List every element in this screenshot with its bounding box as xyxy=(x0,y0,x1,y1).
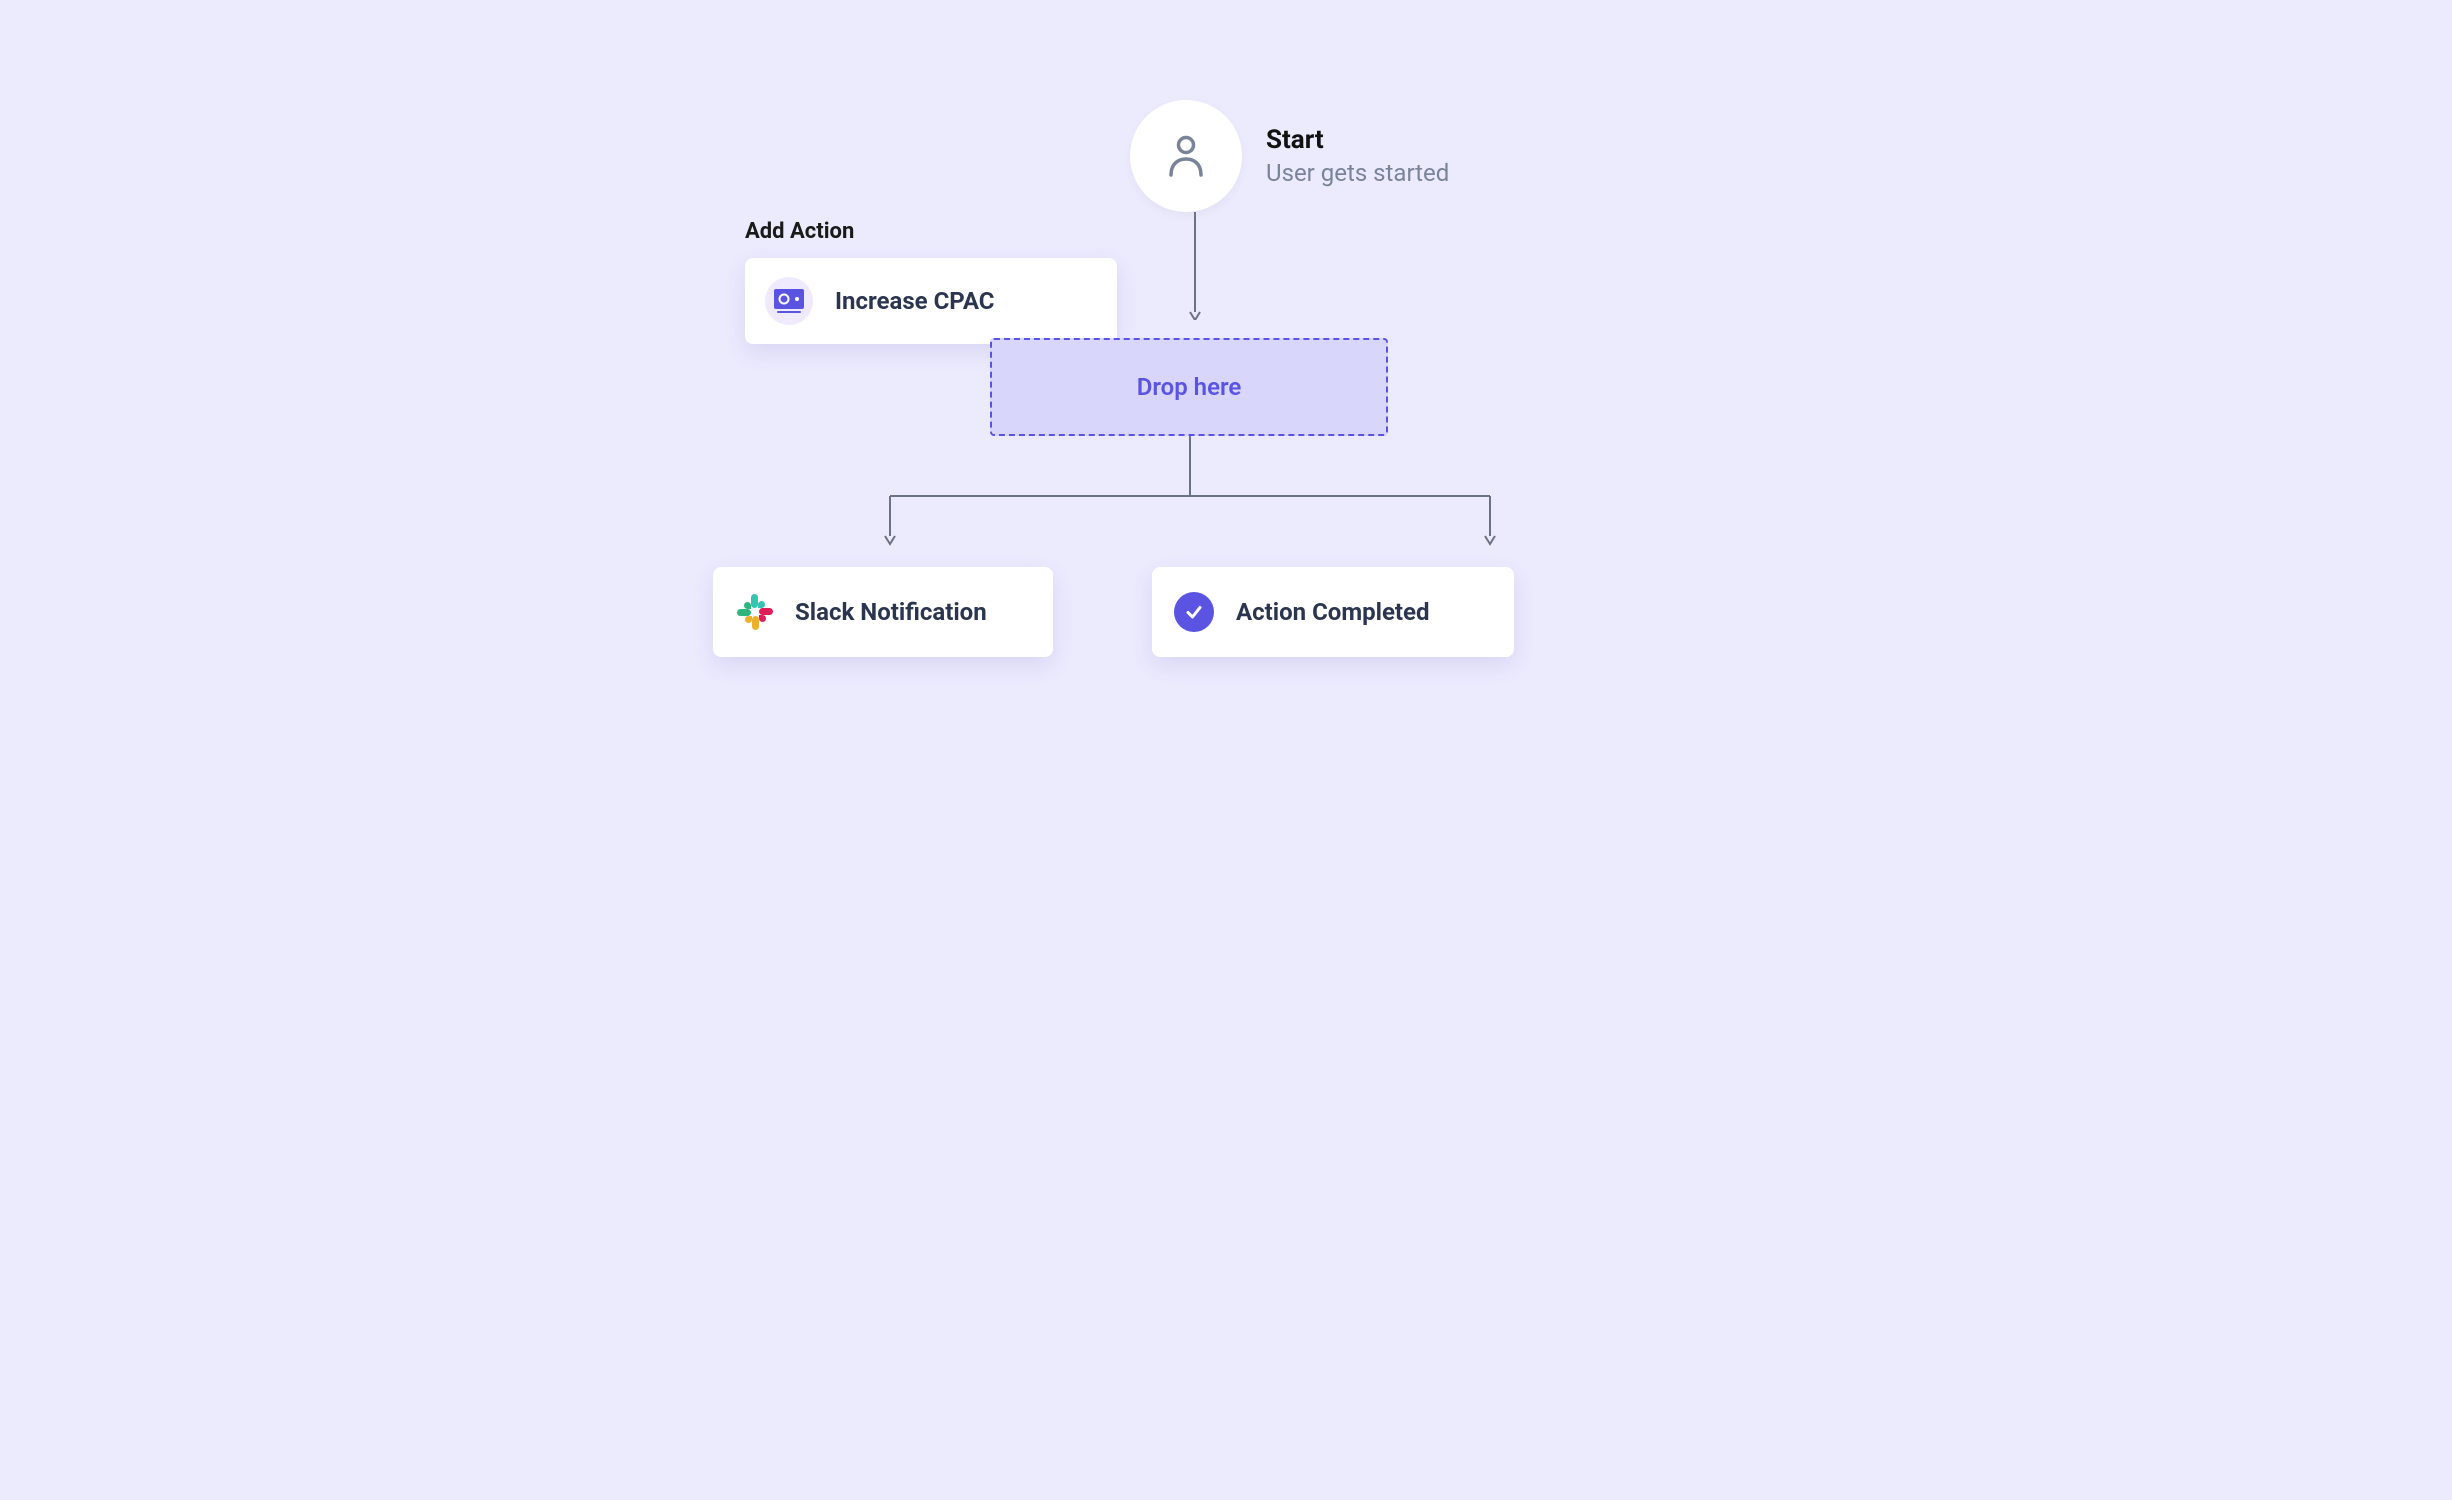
add-action-panel: Add Action Increase CPAC xyxy=(745,219,1117,344)
slack-icon xyxy=(735,592,775,632)
drop-zone[interactable]: Drop here xyxy=(990,338,1388,436)
start-node-text: Start User gets started xyxy=(1266,125,1449,187)
increase-cpac-card[interactable]: Increase CPAC xyxy=(745,258,1117,344)
start-node-circle xyxy=(1130,100,1242,212)
action-completed-label: Action Completed xyxy=(1236,598,1430,626)
start-subtitle: User gets started xyxy=(1266,159,1449,187)
slack-notification-label: Slack Notification xyxy=(795,598,987,626)
connector-start-to-drop xyxy=(1189,212,1201,320)
connector-fork xyxy=(880,436,1520,556)
user-icon xyxy=(1167,135,1205,177)
workflow-canvas: Start User gets started Add Action Incre… xyxy=(490,0,1962,900)
start-title: Start xyxy=(1266,125,1449,155)
add-action-heading: Add Action xyxy=(745,219,1117,244)
slack-notification-card[interactable]: Slack Notification xyxy=(713,567,1053,657)
increase-cpac-label: Increase CPAC xyxy=(835,287,994,315)
action-completed-card[interactable]: Action Completed xyxy=(1152,567,1514,657)
drop-zone-label: Drop here xyxy=(1137,373,1242,401)
start-node[interactable]: Start User gets started xyxy=(1130,100,1449,212)
cpac-icon xyxy=(765,277,813,325)
check-icon xyxy=(1174,592,1214,632)
